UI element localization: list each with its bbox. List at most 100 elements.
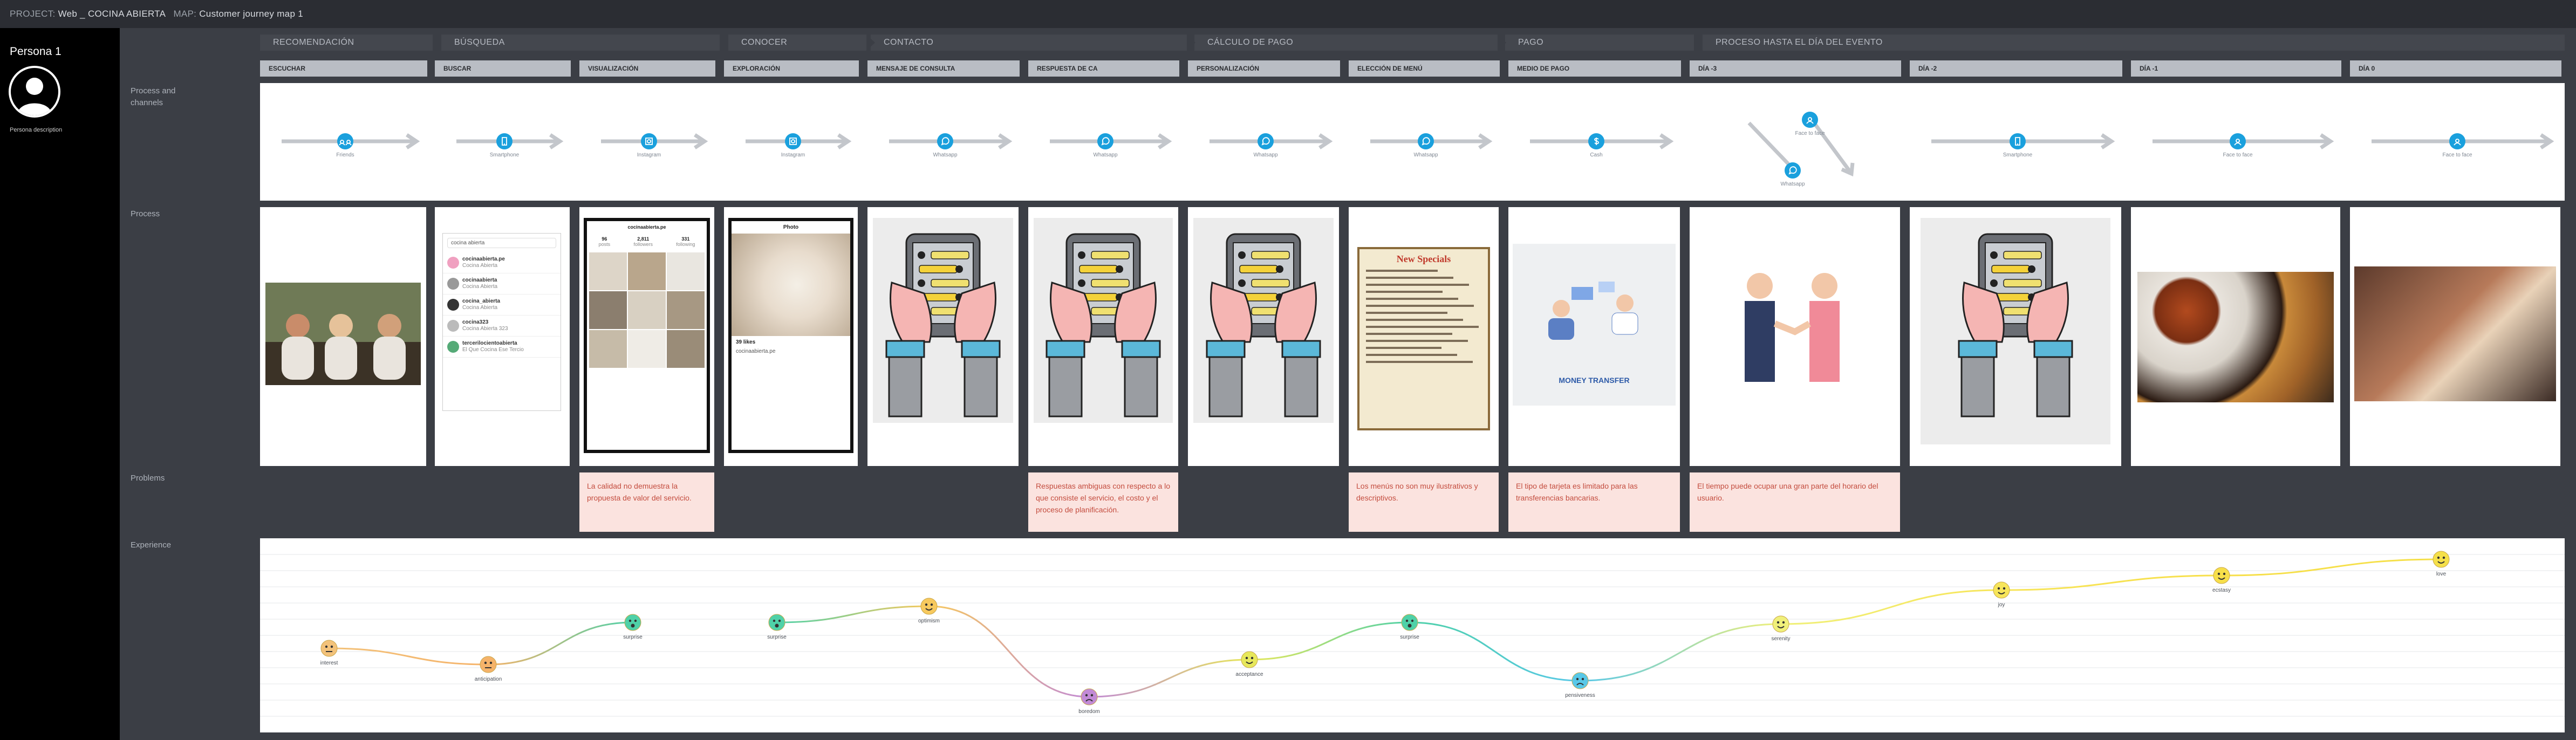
problem-note[interactable]: La calidad no demuestra la propuesta de …: [579, 472, 714, 532]
emotion-label: anticipation: [475, 676, 502, 682]
search-result[interactable]: cocinaabierta.pe Cocina Abierta: [443, 252, 561, 273]
whatsapp-icon[interactable]: [1785, 162, 1801, 179]
instagram-post-screen[interactable]: Photo 39 likes cocinaabierta.pe: [728, 218, 853, 453]
grid-photo[interactable]: [667, 291, 705, 329]
map-key: MAP:: [173, 9, 197, 19]
stage-4[interactable]: CONTACTO: [871, 35, 1195, 51]
step-header[interactable]: ELECCIÓN DE MENÚ: [1349, 60, 1500, 77]
money-transfer-image[interactable]: MONEY TRANSFER: [1513, 244, 1676, 406]
instagram-icon[interactable]: [641, 133, 657, 149]
post-photo[interactable]: [732, 234, 850, 336]
problem-note[interactable]: Respuestas ambiguas con respecto a lo qu…: [1028, 472, 1178, 532]
persona-description[interactable]: Persona description: [10, 127, 62, 133]
emotion-point[interactable]: pensiveness: [1565, 672, 1595, 698]
channel-label: Whatsapp: [1093, 152, 1117, 158]
search-result[interactable]: cocinaabierta Cocina Abierta: [443, 273, 561, 294]
map-name[interactable]: Customer journey map 1: [199, 9, 303, 19]
emotion-label: serenity: [1771, 636, 1790, 642]
instagram-profile-screen[interactable]: cocinaabierta.pe 96 posts 2,811 followers 331…: [584, 218, 710, 453]
stage-3[interactable]: CONOCER: [728, 35, 875, 51]
step-header[interactable]: BUSCAR: [435, 60, 571, 77]
problem-note[interactable]: El tipo de tarjeta es limitado para las …: [1508, 472, 1680, 532]
persona-avatar[interactable]: [9, 66, 60, 118]
menu-line: [1366, 277, 1454, 279]
dinner-photo[interactable]: [2354, 266, 2556, 401]
emotion-point[interactable]: surprise: [1400, 614, 1419, 640]
emotion-curve: interest anticipation surprise surprise opti…: [260, 551, 2565, 717]
problem-note[interactable]: Los menús no son muy ilustrativos y desc…: [1349, 472, 1499, 532]
step-header[interactable]: DÍA -1: [2131, 60, 2341, 77]
emotion-point[interactable]: serenity: [1771, 615, 1791, 642]
step-header[interactable]: EXPLORACIÓN: [724, 60, 859, 77]
step-header[interactable]: PERSONALIZACIÓN: [1188, 60, 1340, 77]
step-header[interactable]: DÍA 0: [2350, 60, 2561, 77]
emotion-point[interactable]: surprise: [767, 614, 787, 640]
emotion-point[interactable]: boredom: [1078, 688, 1100, 715]
result-sub: Cocina Abierta: [462, 284, 498, 290]
grid-photo[interactable]: [628, 252, 666, 290]
problem-note[interactable]: El tiempo puede ocupar una gran parte de…: [1690, 472, 1900, 532]
handshake-illustration[interactable]: [1711, 259, 1878, 388]
search-phone-screen[interactable]: cocina abierta cocinaabierta.pe Cocina Abi…: [442, 233, 561, 411]
face-to-face-icon[interactable]: [2230, 133, 2246, 149]
phone-chat-illustration[interactable]: [873, 218, 1013, 423]
whatsapp-icon[interactable]: [1258, 133, 1274, 149]
whatsapp-icon[interactable]: [1418, 133, 1434, 149]
search-input[interactable]: cocina abierta: [447, 238, 556, 248]
whatsapp-icon[interactable]: [1097, 133, 1113, 149]
stage-7[interactable]: PROCESO HASTA EL DÍA DEL EVENTO: [1703, 35, 2565, 51]
smartphone-icon[interactable]: [2010, 133, 2026, 149]
profile-stats: 96 posts 2,811 followers 331 following: [587, 233, 707, 250]
emotion-point[interactable]: love: [2432, 551, 2450, 577]
grid-photo[interactable]: [589, 291, 627, 329]
persona-name[interactable]: Persona 1: [10, 45, 62, 58]
post-title: Photo: [783, 224, 799, 230]
phone-chat-illustration[interactable]: [1921, 218, 2110, 444]
grid-photo[interactable]: [667, 252, 705, 290]
emotion-point[interactable]: acceptance: [1235, 651, 1263, 677]
face-to-face-icon[interactable]: [2449, 133, 2465, 149]
whatsapp-icon[interactable]: [937, 133, 953, 149]
process-card: MONEY TRANSFER: [1508, 207, 1680, 466]
emotion-point[interactable]: surprise: [623, 614, 643, 640]
result-text: cocina323 Cocina Abierta 323: [462, 319, 508, 332]
emotion-point[interactable]: ecstasy: [2212, 567, 2231, 593]
avatar: [447, 257, 459, 269]
step-header[interactable]: MEDIO DE PAGO: [1508, 60, 1681, 77]
step-header[interactable]: ESCUCHAR: [260, 60, 427, 77]
emotion-point[interactable]: interest: [320, 640, 338, 666]
phone-chat-illustration[interactable]: [1034, 218, 1173, 423]
grid-photo[interactable]: [589, 252, 627, 290]
stage-5[interactable]: CÁLCULO DE PAGO: [1194, 35, 1506, 51]
menu-title: New Specials: [1396, 253, 1451, 264]
grid-photo[interactable]: [589, 330, 627, 368]
friends-photo[interactable]: [265, 283, 421, 385]
step-header[interactable]: MENSAJE DE CONSULTA: [867, 60, 1020, 77]
friends-icon[interactable]: [337, 133, 353, 149]
emotion-point[interactable]: optimism: [918, 598, 940, 624]
step-header[interactable]: DÍA -2: [1910, 60, 2122, 77]
menu-card-image[interactable]: New Specials: [1357, 247, 1490, 430]
grid-photo[interactable]: [628, 330, 666, 368]
phone-chat-illustration[interactable]: [1193, 218, 1334, 423]
stage-1[interactable]: RECOMENDACIÓN: [260, 35, 441, 51]
instagram-icon[interactable]: [785, 133, 801, 149]
search-result[interactable]: tercerilocientoabierta El Que Cocina Ese …: [443, 337, 561, 358]
search-result[interactable]: cocina_abierta Cocina Abierta: [443, 294, 561, 316]
stage-2[interactable]: BÚSQUEDA: [441, 35, 728, 51]
emotion-point[interactable]: anticipation: [475, 656, 502, 682]
spices-photo[interactable]: [2137, 272, 2334, 402]
step-header[interactable]: RESPUESTA DE CA: [1028, 60, 1179, 77]
face-to-face-icon[interactable]: [1802, 112, 1818, 128]
project-name[interactable]: Web _ COCINA ABIERTA: [58, 9, 166, 19]
emotion-curve-segment: [488, 621, 633, 666]
emotion-point[interactable]: joy: [1993, 581, 2010, 608]
search-result[interactable]: cocina323 Cocina Abierta 323: [443, 316, 561, 337]
smartphone-icon[interactable]: [496, 133, 513, 149]
cash-icon[interactable]: [1588, 133, 1604, 149]
step-header[interactable]: DÍA -3: [1690, 60, 1901, 77]
stage-6[interactable]: PAGO: [1505, 35, 1703, 51]
grid-photo[interactable]: [667, 330, 705, 368]
grid-photo[interactable]: [628, 291, 666, 329]
step-header[interactable]: VISUALIZACIÓN: [579, 60, 715, 77]
